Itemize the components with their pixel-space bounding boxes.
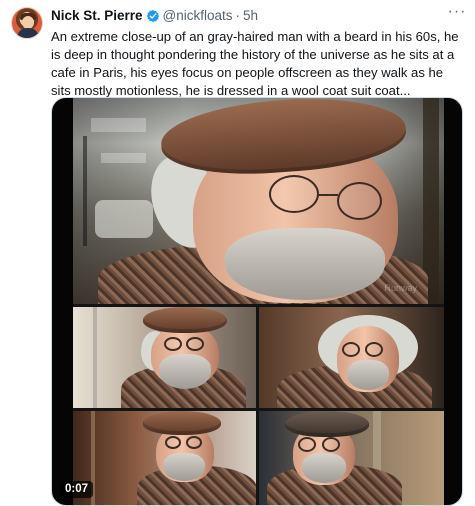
more-options-icon[interactable]: ··· xyxy=(447,4,467,23)
video-frame-thumbnail xyxy=(73,307,256,408)
tweet-time[interactable]: 5h xyxy=(243,7,258,25)
video-watermark: Runway xyxy=(384,283,417,293)
video-media[interactable]: Runway 0:07 xyxy=(51,97,463,506)
tweet-text: An extreme close-up of an gray-haired ma… xyxy=(51,29,459,98)
video-frame-thumbnail xyxy=(73,411,256,505)
tweet-header: Nick St. Pierre @nickfloats · 5h xyxy=(51,7,258,25)
tweet: Nick St. Pierre @nickfloats · 5h ··· An … xyxy=(0,0,475,506)
main-video-frame: Runway xyxy=(73,98,444,304)
verified-badge-icon xyxy=(146,10,159,22)
video-duration-badge: 0:07 xyxy=(60,481,94,498)
author-handle[interactable]: @nickfloats xyxy=(163,7,233,25)
header-separator: · xyxy=(235,8,241,23)
author-avatar[interactable] xyxy=(11,7,43,39)
video-frame-thumbnail xyxy=(259,411,444,505)
video-frame-grid[interactable]: Runway xyxy=(73,98,444,505)
video-frame-thumbnail xyxy=(259,307,444,408)
author-name[interactable]: Nick St. Pierre xyxy=(51,7,143,25)
